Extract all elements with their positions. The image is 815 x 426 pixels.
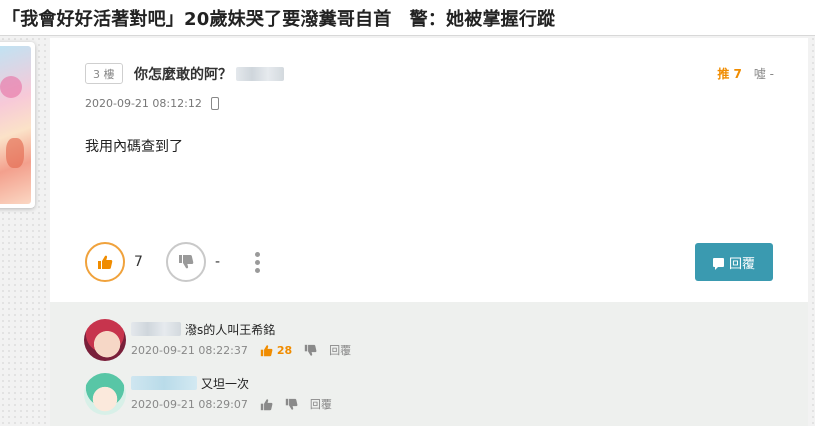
- post-actions: 7 -: [85, 242, 263, 282]
- dislike-button[interactable]: [166, 242, 206, 282]
- comment-timestamp: 2020-09-21 08:22:37: [131, 343, 248, 357]
- more-vertical-icon[interactable]: [251, 251, 263, 273]
- post-timestamp: 2020-09-21 08:12:12: [85, 96, 202, 110]
- thumb-up-icon: [98, 255, 113, 269]
- thumb-down-icon: [179, 255, 194, 269]
- phone-icon: [210, 96, 219, 110]
- comment-item: 潑s的人叫王希銘 2020-09-21 08:22:37 28 回覆: [84, 316, 784, 366]
- post-meta: 2020-09-21 08:12:12: [85, 95, 219, 111]
- post-card: 3 樓 你怎麼敢的阿？ 推 7 噓 - 2020-09-21 08:12:12 …: [50, 38, 808, 302]
- blurred-username[interactable]: [131, 322, 181, 336]
- article-title: 「我會好好活著對吧」20歲妹哭了要潑糞哥自首 警：她被掌握行蹤: [2, 8, 556, 30]
- comments-section: 潑s的人叫王希銘 2020-09-21 08:22:37 28 回覆 又坦一次 …: [50, 302, 808, 426]
- reply-button-label: 回覆: [728, 256, 755, 272]
- author-text: 你怎麼敢的阿？: [134, 66, 232, 83]
- thumb-down-icon[interactable]: [304, 344, 317, 357]
- vote-summary: 推 7 噓 -: [717, 63, 774, 84]
- dislike-count: -: [215, 254, 221, 270]
- post-content: 我用內碼查到了: [85, 139, 183, 155]
- reply-button[interactable]: 回覆: [695, 243, 773, 281]
- comment-line: 又坦一次: [131, 374, 249, 392]
- avatar[interactable]: [84, 373, 126, 415]
- comment-meta: 2020-09-21 08:22:37 28 回覆: [131, 342, 351, 358]
- comment-reply-link[interactable]: 回覆: [310, 396, 332, 412]
- boo-count: 噓 -: [753, 67, 774, 81]
- comment-line: 潑s的人叫王希銘: [131, 320, 275, 338]
- comment-like-count: 28: [276, 343, 293, 357]
- like-count: 7: [134, 254, 143, 270]
- thumbnail-image: [0, 46, 31, 204]
- side-thumbnail[interactable]: [0, 42, 35, 208]
- like-button[interactable]: [85, 242, 125, 282]
- comment-text: 潑s的人叫王希銘: [185, 322, 276, 337]
- comment-item: 又坦一次 2020-09-21 08:29:07 回覆: [84, 370, 784, 420]
- comment-reply-link[interactable]: 回覆: [329, 342, 351, 358]
- blurred-username: [236, 66, 284, 81]
- author-line: 你怎麼敢的阿？: [134, 63, 284, 84]
- blurred-username[interactable]: [131, 376, 197, 390]
- thumb-up-icon[interactable]: [260, 398, 273, 411]
- chat-bubble-icon: [712, 257, 724, 270]
- comment-text: 又坦一次: [201, 376, 250, 391]
- thumb-down-icon[interactable]: [285, 398, 298, 411]
- comment-timestamp: 2020-09-21 08:29:07: [131, 397, 248, 411]
- floor-badge: 3 樓: [85, 63, 123, 84]
- title-bar: 「我會好好活著對吧」20歲妹哭了要潑糞哥自首 警：她被掌握行蹤: [0, 0, 815, 36]
- push-count: 推 7: [717, 67, 742, 81]
- comment-meta: 2020-09-21 08:29:07 回覆: [131, 396, 332, 412]
- thumb-up-icon[interactable]: [260, 344, 273, 357]
- avatar[interactable]: [84, 319, 126, 361]
